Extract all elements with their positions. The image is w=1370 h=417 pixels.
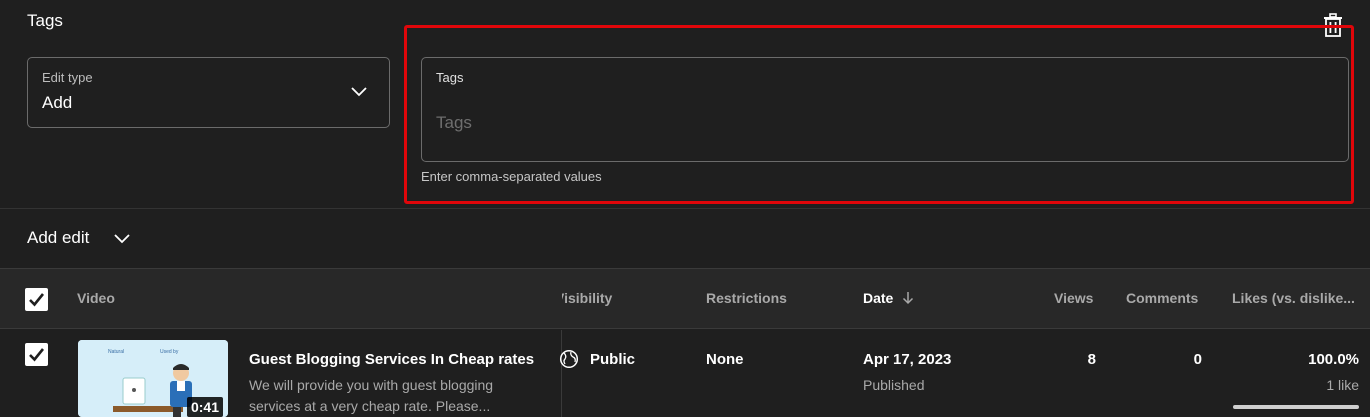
chevron-down-icon bbox=[114, 234, 131, 244]
likes-count: 1 like bbox=[1326, 377, 1359, 393]
date-status: Published bbox=[863, 377, 925, 393]
tags-input[interactable] bbox=[436, 110, 1316, 136]
views-value: 8 bbox=[1087, 351, 1096, 368]
checkmark-icon bbox=[29, 293, 45, 307]
restrictions-value: None bbox=[706, 351, 744, 368]
add-edit-button[interactable]: Add edit bbox=[27, 228, 131, 248]
column-header-visibility[interactable]: Visibility bbox=[562, 290, 612, 306]
video-duration: 0:41 bbox=[186, 397, 223, 417]
column-header-likes[interactable]: Likes (vs. dislike... bbox=[1232, 290, 1355, 306]
column-header-restrictions[interactable]: Restrictions bbox=[706, 290, 787, 306]
row-checkbox[interactable] bbox=[25, 343, 48, 366]
edit-type-value: Add bbox=[42, 93, 73, 112]
comments-value: 0 bbox=[1193, 351, 1202, 368]
bulk-edit-tags-panel: Tags Edit type Add Tags Enter comma-sepa… bbox=[0, 0, 1370, 208]
column-header-date[interactable]: Date bbox=[863, 290, 915, 306]
select-all-checkbox[interactable] bbox=[25, 288, 48, 311]
video-title[interactable]: Guest Blogging Services In Cheap rates bbox=[249, 351, 534, 368]
date-value: Apr 17, 2023 bbox=[863, 351, 952, 368]
trash-icon[interactable] bbox=[1322, 12, 1344, 38]
tags-hint: Enter comma-separated values bbox=[421, 169, 602, 184]
column-header-views[interactable]: Views bbox=[1054, 290, 1093, 306]
svg-text:Used by: Used by bbox=[160, 349, 179, 355]
checkmark-icon bbox=[29, 348, 45, 362]
tags-field-label: Tags bbox=[436, 70, 464, 85]
tags-field[interactable]: Tags bbox=[421, 57, 1349, 162]
column-header-video: Video bbox=[77, 290, 115, 306]
svg-text:Natural: Natural bbox=[108, 349, 124, 355]
edit-type-label: Edit type bbox=[42, 70, 93, 85]
column-header-comments[interactable]: Comments bbox=[1126, 290, 1198, 306]
add-edit-label: Add edit bbox=[27, 228, 90, 247]
column-header-date-label: Date bbox=[863, 290, 894, 306]
video-thumbnail[interactable]: Natural Used by 0:41 bbox=[78, 340, 228, 417]
arrow-down-icon bbox=[903, 292, 914, 305]
panel-title: Tags bbox=[27, 11, 63, 30]
chevron-down-icon bbox=[351, 87, 367, 97]
divider bbox=[0, 208, 1370, 209]
video-description: We will provide you with guest blogging … bbox=[249, 377, 494, 414]
table-header: Video Visibility Restrictions Date Views… bbox=[0, 268, 1370, 329]
column-divider bbox=[561, 330, 562, 417]
column-visibility-clip: Visibility bbox=[562, 269, 692, 328]
likes-percent: 100.0% bbox=[1308, 351, 1359, 368]
likes-ratio-bar bbox=[1233, 405, 1359, 409]
globe-icon bbox=[559, 349, 579, 369]
visibility-value[interactable]: Public bbox=[590, 351, 635, 368]
edit-type-select[interactable]: Edit type Add bbox=[27, 57, 390, 128]
